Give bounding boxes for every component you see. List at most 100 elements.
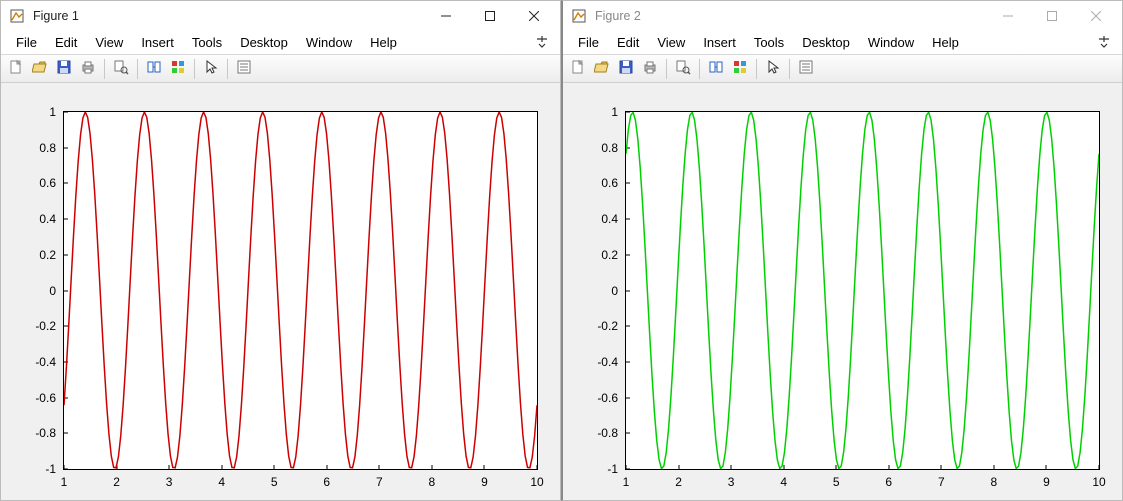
cursor-button[interactable]: [762, 58, 784, 80]
y-tick-label: -1: [45, 462, 56, 476]
cursor-button[interactable]: [200, 58, 222, 80]
color-legend-button[interactable]: [729, 58, 751, 80]
print-preview-icon: [113, 59, 129, 78]
y-tick-label: -0.2: [35, 319, 56, 333]
x-tick-label: 3: [166, 475, 173, 489]
color-legend-icon: [170, 59, 186, 78]
x-tick-label: 5: [271, 475, 278, 489]
open-button[interactable]: [591, 58, 613, 80]
x-tick-label: 8: [991, 475, 998, 489]
save-button[interactable]: [615, 58, 637, 80]
save-icon: [618, 59, 634, 78]
menubar: FileEditViewInsertToolsDesktopWindowHelp: [563, 31, 1122, 55]
toolbar-separator: [699, 59, 700, 79]
print-preview-icon: [675, 59, 691, 78]
dock-icon[interactable]: [530, 31, 554, 54]
window-title: Figure 1: [33, 9, 424, 23]
maximize-button[interactable]: [1030, 1, 1074, 31]
dock-icon[interactable]: [1092, 31, 1116, 54]
save-icon: [56, 59, 72, 78]
figure-window-1: Figure 1 FileEditViewInsertToolsDesktopWi…: [0, 0, 561, 501]
menu-view[interactable]: View: [86, 32, 132, 53]
y-tick-label: 0.8: [39, 141, 56, 155]
titlebar[interactable]: Figure 1: [1, 1, 560, 31]
link-axes-button[interactable]: [143, 58, 165, 80]
minimize-button[interactable]: [986, 1, 1030, 31]
x-tick-label: 7: [938, 475, 945, 489]
titlebar[interactable]: Figure 2: [563, 1, 1122, 31]
y-tick-label: -0.6: [597, 391, 618, 405]
toolbar-separator: [756, 59, 757, 79]
print-button[interactable]: [639, 58, 661, 80]
y-tick-label: 1: [49, 105, 56, 119]
x-tick-label: 9: [1043, 475, 1050, 489]
properties-button[interactable]: [795, 58, 817, 80]
color-legend-icon: [732, 59, 748, 78]
plot-area[interactable]: -1-0.8-0.6-0.4-0.200.20.40.60.8112345678…: [1, 83, 560, 500]
y-tick-label: 0.8: [601, 141, 618, 155]
print-preview-button[interactable]: [110, 58, 132, 80]
print-preview-button[interactable]: [672, 58, 694, 80]
x-tick-label: 2: [113, 475, 120, 489]
menu-desktop[interactable]: Desktop: [793, 32, 859, 53]
properties-icon: [236, 59, 252, 78]
close-button[interactable]: [512, 1, 556, 31]
y-tick-label: 0.2: [39, 248, 56, 262]
print-button[interactable]: [77, 58, 99, 80]
toolbar-separator: [104, 59, 105, 79]
menu-help[interactable]: Help: [923, 32, 968, 53]
axes[interactable]: -1-0.8-0.6-0.4-0.200.20.40.60.8112345678…: [625, 111, 1100, 470]
minimize-button[interactable]: [424, 1, 468, 31]
color-legend-button[interactable]: [167, 58, 189, 80]
x-tick-label: 8: [429, 475, 436, 489]
x-tick-label: 1: [623, 475, 630, 489]
series-line: [626, 112, 1099, 469]
menu-insert[interactable]: Insert: [694, 32, 745, 53]
link-axes-button[interactable]: [705, 58, 727, 80]
menu-edit[interactable]: Edit: [608, 32, 648, 53]
x-tick-label: 2: [675, 475, 682, 489]
new-icon: [570, 59, 586, 78]
y-tick-label: 0.2: [601, 248, 618, 262]
plot-area[interactable]: -1-0.8-0.6-0.4-0.200.20.40.60.8112345678…: [563, 83, 1122, 500]
toolbar-separator: [666, 59, 667, 79]
menu-view[interactable]: View: [648, 32, 694, 53]
menubar: FileEditViewInsertToolsDesktopWindowHelp: [1, 31, 560, 55]
menu-desktop[interactable]: Desktop: [231, 32, 297, 53]
menu-window[interactable]: Window: [297, 32, 361, 53]
series-line: [64, 112, 537, 469]
menu-edit[interactable]: Edit: [46, 32, 86, 53]
menu-file[interactable]: File: [569, 32, 608, 53]
menu-insert[interactable]: Insert: [132, 32, 183, 53]
open-icon: [594, 59, 610, 78]
close-button[interactable]: [1074, 1, 1118, 31]
toolbar: [563, 55, 1122, 83]
x-tick-label: 7: [376, 475, 383, 489]
print-icon: [642, 59, 658, 78]
link-axes-icon: [146, 59, 162, 78]
menu-help[interactable]: Help: [361, 32, 406, 53]
properties-icon: [798, 59, 814, 78]
open-button[interactable]: [29, 58, 51, 80]
y-tick-label: 1: [611, 105, 618, 119]
properties-button[interactable]: [233, 58, 255, 80]
window-title: Figure 2: [595, 9, 986, 23]
x-tick-label: 10: [530, 475, 543, 489]
menu-window[interactable]: Window: [859, 32, 923, 53]
figure-window-2: Figure 2 FileEditViewInsertToolsDesktopWi…: [561, 0, 1123, 501]
save-button[interactable]: [53, 58, 75, 80]
toolbar-separator: [789, 59, 790, 79]
axes[interactable]: -1-0.8-0.6-0.4-0.200.20.40.60.8112345678…: [63, 111, 538, 470]
menu-file[interactable]: File: [7, 32, 46, 53]
y-tick-label: -0.6: [35, 391, 56, 405]
menu-tools[interactable]: Tools: [745, 32, 793, 53]
y-tick-label: 0.4: [39, 212, 56, 226]
x-tick-label: 6: [323, 475, 330, 489]
maximize-button[interactable]: [468, 1, 512, 31]
new-button[interactable]: [567, 58, 589, 80]
x-tick-label: 10: [1092, 475, 1105, 489]
x-tick-label: 4: [780, 475, 787, 489]
menu-tools[interactable]: Tools: [183, 32, 231, 53]
new-button[interactable]: [5, 58, 27, 80]
y-tick-label: -0.8: [35, 426, 56, 440]
